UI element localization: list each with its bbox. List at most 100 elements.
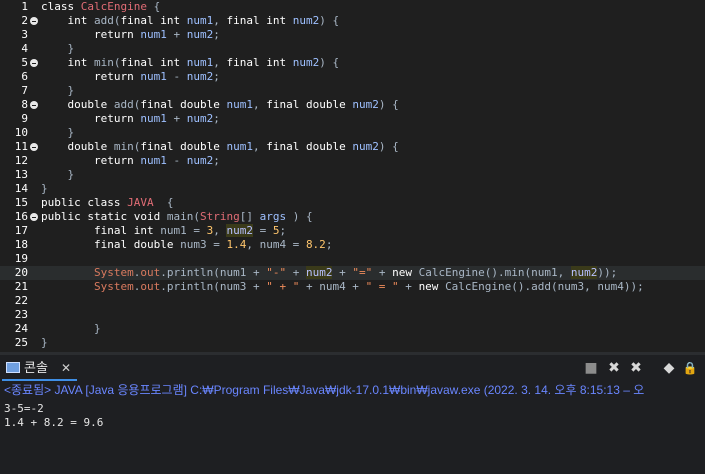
line-number: 25 bbox=[14, 336, 28, 349]
code-text: } bbox=[41, 84, 74, 98]
fold-toggle-icon[interactable] bbox=[30, 101, 38, 109]
code-line[interactable]: 6 return num1 - num2; bbox=[0, 70, 705, 84]
code-token: num3 = bbox=[180, 238, 227, 251]
code-line[interactable]: 12 return num1 - num2; bbox=[0, 154, 705, 168]
code-token: num1 bbox=[140, 112, 167, 125]
line-number: 1 bbox=[21, 0, 28, 13]
code-line[interactable]: 19 bbox=[0, 252, 705, 266]
code-token: .println( bbox=[160, 266, 220, 279]
code-token: + num4 + bbox=[299, 280, 366, 293]
code-token: [] bbox=[239, 210, 260, 223]
code-line[interactable]: 13 } bbox=[0, 168, 705, 182]
code-text: int min(final int num1, final int num2) … bbox=[41, 56, 340, 70]
code-line[interactable]: 20 System.out.println(num1 + "-" + num2 … bbox=[0, 266, 705, 280]
code-token: double bbox=[133, 238, 181, 251]
line-number: 17 bbox=[14, 224, 28, 237]
code-token: - bbox=[166, 70, 187, 83]
tab-console[interactable]: 콘솔 ✕ bbox=[2, 357, 77, 381]
code-editor[interactable]: 1 class CalcEngine {2 int add(final int n… bbox=[0, 0, 705, 352]
code-token: } bbox=[41, 84, 75, 97]
code-token: , num4 = bbox=[246, 238, 306, 251]
code-line[interactable]: 2 int add(final int num1, final int num2… bbox=[0, 14, 705, 28]
code-token: num1 bbox=[140, 70, 167, 83]
code-text: System.out.println(num1 + "-" + num2 + "… bbox=[41, 266, 617, 280]
code-token: , bbox=[252, 140, 267, 153]
remove-all-terminated-icon[interactable]: ✖ bbox=[628, 360, 644, 376]
code-token: num2 bbox=[292, 56, 320, 69]
scroll-lock-icon[interactable]: 🔒 bbox=[682, 360, 698, 376]
code-line[interactable]: 17 final int num1 = 3, num2 = 5; bbox=[0, 224, 705, 238]
code-token: int bbox=[67, 14, 94, 27]
code-token: final bbox=[93, 224, 134, 237]
code-text: int add(final int num1, final int num2) … bbox=[41, 14, 340, 28]
code-line[interactable]: 18 final double num3 = 1.4, num4 = 8.2; bbox=[0, 238, 705, 252]
code-line[interactable]: 1 class CalcEngine { bbox=[0, 0, 705, 14]
code-token: num2 bbox=[186, 70, 214, 83]
fold-toggle-icon[interactable] bbox=[30, 213, 38, 221]
code-line[interactable]: 9 return num1 + num2; bbox=[0, 112, 705, 126]
code-line[interactable]: 3 return num1 + num2; bbox=[0, 28, 705, 42]
line-number: 6 bbox=[21, 70, 28, 83]
code-token: ; bbox=[279, 224, 287, 237]
output-line: 1.4 + 8.2 = 9.6 bbox=[4, 416, 104, 429]
code-token: " = " bbox=[365, 280, 399, 293]
code-token: } bbox=[41, 42, 75, 55]
code-text: } bbox=[41, 322, 101, 336]
code-token: CalcEngine bbox=[80, 0, 147, 13]
fold-toggle-icon[interactable] bbox=[30, 59, 38, 67]
code-line[interactable]: 10 } bbox=[0, 126, 705, 140]
console-output[interactable]: 3-5=-2 1.4 + 8.2 = 9.6 bbox=[0, 401, 705, 474]
code-line[interactable]: 14} bbox=[0, 182, 705, 196]
line-number: 15 bbox=[14, 196, 28, 209]
code-token: public bbox=[41, 210, 88, 223]
line-number: 10 bbox=[14, 126, 28, 139]
code-line[interactable]: 21 System.out.println(num3 + " + " + num… bbox=[0, 280, 705, 294]
line-number: 3 bbox=[21, 28, 28, 41]
code-token: args bbox=[259, 210, 287, 223]
code-text: final int num1 = 3, num2 = 5; bbox=[41, 224, 286, 238]
clear-console-icon[interactable]: ◆ bbox=[661, 360, 677, 376]
fold-toggle-icon[interactable] bbox=[30, 143, 38, 151]
code-text: } bbox=[41, 42, 74, 56]
fold-toggle-icon[interactable] bbox=[30, 17, 38, 25]
code-token: min( bbox=[94, 56, 121, 69]
code-token: num2 bbox=[292, 14, 320, 27]
code-text: return num1 + num2; bbox=[41, 112, 220, 126]
code-text: final double num3 = 1.4, num4 = 8.2; bbox=[41, 238, 332, 252]
code-line[interactable]: 25} bbox=[0, 336, 705, 350]
code-token: num1 bbox=[226, 140, 253, 153]
line-number: 23 bbox=[14, 308, 28, 321]
code-line[interactable]: 4 } bbox=[0, 42, 705, 56]
code-line[interactable]: 7 } bbox=[0, 84, 705, 98]
close-icon[interactable]: ✕ bbox=[61, 357, 71, 379]
code-token: "=" bbox=[352, 266, 373, 279]
code-token: add( bbox=[113, 98, 141, 111]
code-line[interactable]: 22 bbox=[0, 294, 705, 308]
remove-launch-icon[interactable]: ✖ bbox=[606, 360, 622, 376]
code-line[interactable]: 23 bbox=[0, 308, 705, 322]
code-line[interactable]: 15 public class JAVA { bbox=[0, 196, 705, 210]
line-number: 2 bbox=[21, 14, 28, 27]
code-token: " + " bbox=[266, 280, 300, 293]
code-line[interactable]: 11 double min(final double num1, final d… bbox=[0, 140, 705, 154]
code-line[interactable]: 5 int min(final int num1, final int num2… bbox=[0, 56, 705, 70]
terminate-icon[interactable]: ■ bbox=[583, 360, 599, 376]
code-token: out bbox=[140, 266, 161, 279]
code-token: double bbox=[180, 140, 227, 153]
code-line[interactable]: 8 double add(final double num1, final do… bbox=[0, 98, 705, 112]
code-text: } bbox=[41, 182, 48, 196]
code-token: + bbox=[286, 266, 306, 279]
code-token: ; bbox=[213, 154, 220, 167]
code-text: } bbox=[41, 168, 74, 182]
code-token: int bbox=[67, 56, 94, 69]
line-number: 22 bbox=[14, 294, 28, 307]
code-text: } bbox=[41, 126, 74, 140]
code-line[interactable]: 24 } bbox=[0, 322, 705, 336]
code-line[interactable]: 16 public static void main(String[] args … bbox=[0, 210, 705, 224]
code-token: ) { bbox=[378, 140, 399, 153]
line-number: 24 bbox=[14, 322, 28, 335]
line-number: 13 bbox=[14, 168, 28, 181]
